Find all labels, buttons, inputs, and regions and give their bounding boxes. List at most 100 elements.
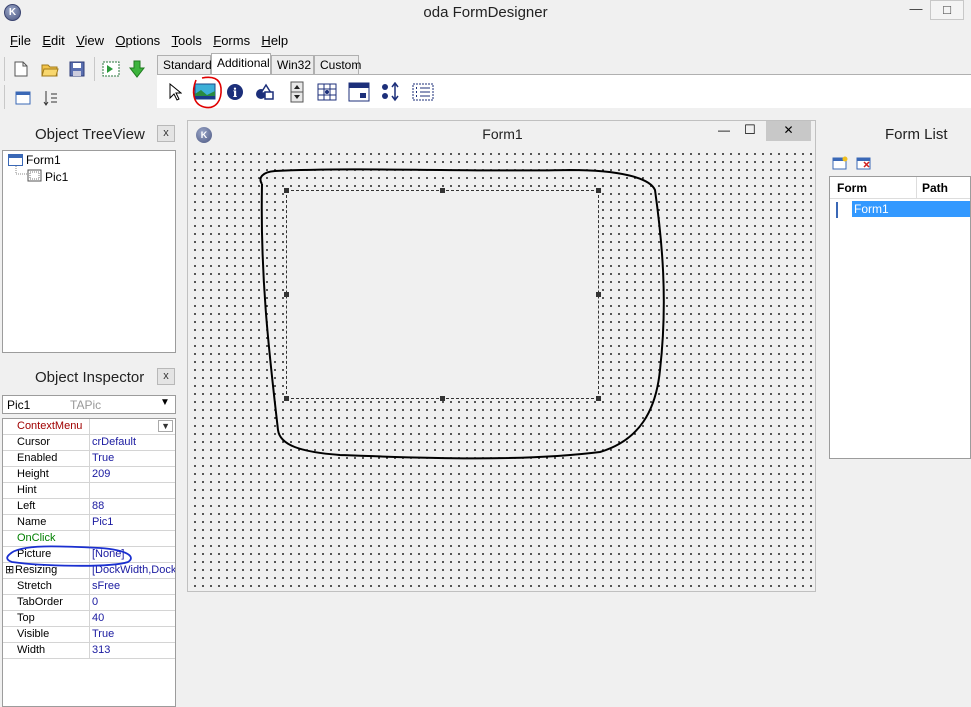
menu-help[interactable]: Help [257, 30, 292, 51]
property-value[interactable]: [DockWidth,DockHeight] [89, 563, 175, 579]
property-value[interactable]: sFree [89, 579, 175, 595]
form-minimize-button[interactable]: — [718, 123, 730, 137]
add-form-button[interactable] [832, 156, 848, 173]
resize-handle[interactable] [284, 396, 289, 401]
form-window-icon [15, 91, 31, 105]
property-name: Enabled [17, 452, 58, 464]
maximize-button[interactable]: □ [930, 0, 964, 20]
tab-standard[interactable]: Standard [157, 55, 212, 74]
tab-order-button[interactable] [40, 87, 62, 109]
run-button[interactable] [126, 58, 148, 80]
trackbar-component-button[interactable] [379, 80, 403, 104]
property-row[interactable]: ContextMenu ▼ [3, 419, 175, 435]
resize-handle[interactable] [284, 188, 289, 193]
resize-handle[interactable] [596, 396, 601, 401]
window-title: oda FormDesigner [423, 4, 548, 21]
resize-handle[interactable] [596, 292, 601, 297]
svg-text:i: i [233, 86, 238, 100]
property-row[interactable]: Visible True [3, 627, 175, 643]
listview-component-button[interactable] [411, 80, 435, 104]
property-value[interactable] [89, 419, 175, 435]
tree-view-close-button[interactable]: x [157, 125, 175, 142]
tree-node-form1[interactable]: Form1 [8, 153, 61, 167]
sort-arrows-icon [382, 82, 399, 102]
property-value[interactable]: 0 [89, 595, 175, 611]
property-row[interactable]: ⊞Resizing [DockWidth,DockHeight] [3, 563, 175, 579]
updown-component-button[interactable] [285, 80, 309, 104]
open-button[interactable] [39, 58, 61, 80]
menu-options[interactable]: Options [111, 30, 164, 51]
property-name: Height [17, 468, 49, 480]
info-component-button[interactable]: i [223, 80, 247, 104]
inspector-close-button[interactable]: x [157, 368, 175, 385]
property-value[interactable]: 209 [89, 467, 175, 483]
expand-icon[interactable]: ⊞ [5, 563, 14, 576]
tab-additional[interactable]: Additional [211, 53, 271, 74]
panel-component-button[interactable] [347, 80, 371, 104]
property-value[interactable]: 40 [89, 611, 175, 627]
picture-component[interactable] [284, 188, 601, 401]
new-form-button[interactable] [12, 87, 34, 109]
property-name: Name [17, 516, 47, 528]
property-value[interactable]: 88 [89, 499, 175, 515]
tab-win32[interactable]: Win32 [271, 55, 314, 74]
property-name: ContextMenu [17, 420, 83, 432]
remove-form-button[interactable] [856, 156, 872, 173]
property-row[interactable]: Top 40 [3, 611, 175, 627]
property-row[interactable]: Cursor crDefault [3, 435, 175, 451]
property-name: Cursor [17, 436, 51, 448]
selected-object-name: Pic1 [7, 398, 31, 412]
menu-view[interactable]: View [72, 30, 108, 51]
list-item[interactable]: Form1 [836, 201, 970, 218]
menu-file[interactable]: File [6, 30, 35, 51]
property-value[interactable]: True [89, 627, 175, 643]
save-button[interactable] [66, 58, 88, 80]
resize-handle[interactable] [440, 396, 445, 401]
picture-component-button[interactable] [193, 80, 217, 104]
property-row[interactable]: Width 313 [3, 643, 175, 659]
object-selector[interactable]: Pic1 TAPic ▼ [2, 395, 176, 414]
cursor-arrow-icon [169, 83, 182, 101]
form-maximize-button[interactable]: ☐ [744, 122, 756, 138]
tree-view-title: Object TreeView [35, 126, 145, 143]
property-row[interactable]: Hint [3, 483, 175, 499]
tab-custom[interactable]: Custom [314, 55, 361, 74]
property-value[interactable]: Pic1 [89, 515, 175, 531]
property-value[interactable]: [None] [89, 547, 175, 563]
minimize-button[interactable]: — [902, 0, 930, 20]
build-button[interactable] [100, 58, 122, 80]
tree-node-pic1[interactable]: Pic1 [27, 169, 68, 185]
property-row[interactable]: OnClick [3, 531, 175, 547]
property-row[interactable]: Name Pic1 [3, 515, 175, 531]
column-header-path[interactable]: Path [922, 181, 948, 195]
menu-forms[interactable]: Forms [209, 30, 254, 51]
picture-image-icon [194, 83, 216, 100]
property-row[interactable]: Picture [None] [3, 547, 175, 563]
property-row[interactable]: TabOrder 0 [3, 595, 175, 611]
property-value[interactable]: 313 [89, 643, 175, 659]
resize-handle[interactable] [596, 188, 601, 193]
form-icon [8, 154, 23, 166]
property-value[interactable]: crDefault [89, 435, 175, 451]
property-value[interactable] [89, 483, 175, 499]
property-value[interactable] [89, 531, 175, 547]
resize-handle[interactable] [284, 292, 289, 297]
resize-handle[interactable] [440, 188, 445, 193]
form-close-button[interactable]: ✕ [766, 121, 811, 141]
new-file-button[interactable] [10, 58, 32, 80]
property-value[interactable]: True [89, 451, 175, 467]
pointer-tool-button[interactable] [163, 80, 187, 104]
remove-form-icon [856, 157, 871, 170]
column-header-form[interactable]: Form [837, 181, 867, 195]
property-row[interactable]: Stretch sFree [3, 579, 175, 595]
form-list-header: Form Path [830, 177, 970, 199]
splitter-component-button[interactable] [315, 80, 339, 104]
menu-edit[interactable]: Edit [38, 30, 68, 51]
menu-tools[interactable]: Tools [168, 30, 206, 51]
form-canvas[interactable] [190, 149, 813, 590]
property-row[interactable]: Left 88 [3, 499, 175, 515]
property-row[interactable]: Height 209 [3, 467, 175, 483]
property-row[interactable]: Enabled True [3, 451, 175, 467]
property-name: Width [17, 644, 46, 656]
shape-component-button[interactable] [253, 80, 277, 104]
